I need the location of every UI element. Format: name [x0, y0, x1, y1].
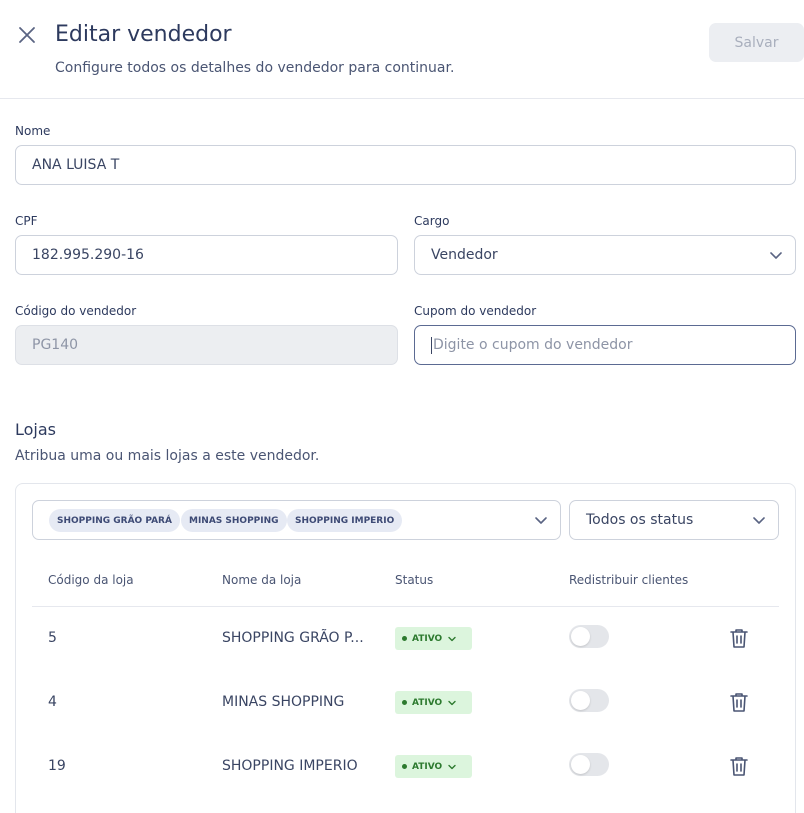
close-icon[interactable] — [16, 24, 38, 46]
cpf-field[interactable]: 182.995.290-16 — [15, 235, 398, 275]
store-name-cell: SHOPPING GRÃO P... — [222, 630, 364, 646]
trash-icon[interactable] — [729, 755, 749, 777]
role-value: Vendedor — [431, 247, 498, 263]
store-code-cell: 19 — [48, 758, 66, 774]
status-badge-label: ATIVO — [412, 697, 443, 708]
chevron-down-icon — [753, 517, 765, 524]
table-header-divider — [32, 606, 779, 607]
trash-icon[interactable] — [729, 627, 749, 649]
status-filter-select[interactable]: Todos os status — [569, 500, 779, 540]
column-header-status: Status — [395, 573, 434, 587]
store-chip[interactable]: SHOPPING IMPERIO — [287, 509, 403, 532]
seller-code-label: Código do vendedor — [15, 304, 137, 318]
toggle-knob — [571, 755, 590, 774]
cpf-label: CPF — [15, 214, 38, 228]
stores-section-title: Lojas — [15, 420, 57, 439]
store-chip[interactable]: MINAS SHOPPING — [181, 509, 287, 532]
seller-code-value: PG140 — [32, 337, 79, 353]
toggle-knob — [571, 627, 590, 646]
column-header-code: Código da loja — [48, 573, 134, 587]
trash-icon[interactable] — [729, 691, 749, 713]
status-dot — [402, 636, 407, 641]
chevron-down-icon — [770, 252, 782, 259]
name-value: ANA LUISA T — [32, 157, 120, 173]
text-cursor — [431, 336, 432, 354]
column-header-name: Nome da loja — [222, 573, 302, 587]
role-label: Cargo — [414, 214, 450, 228]
chevron-down-icon — [448, 636, 456, 641]
chevron-down-icon — [448, 764, 456, 769]
store-name-cell: SHOPPING IMPERIO — [222, 758, 358, 774]
coupon-placeholder: Digite o cupom do vendedor — [433, 337, 633, 353]
status-dot — [402, 700, 407, 705]
status-badge[interactable]: ATIVO — [395, 627, 472, 650]
name-field[interactable]: ANA LUISA T — [15, 145, 796, 185]
store-code-cell: 4 — [48, 694, 57, 710]
toggle-knob — [571, 691, 590, 710]
status-dot — [402, 764, 407, 769]
status-badge[interactable]: ATIVO — [395, 755, 472, 778]
page-subtitle: Configure todos os detalhes do vendedor … — [55, 60, 455, 76]
redistribute-toggle[interactable] — [569, 753, 609, 776]
chevron-down-icon — [448, 700, 456, 705]
store-name-cell: MINAS SHOPPING — [222, 694, 345, 710]
status-badge-label: ATIVO — [412, 761, 443, 772]
modal-header: Editar vendedor Configure todos os detal… — [0, 0, 804, 99]
page-title: Editar vendedor — [55, 22, 232, 47]
cpf-value: 182.995.290-16 — [32, 247, 144, 263]
stores-multiselect[interactable]: SHOPPING GRÃO PARÁ MINAS SHOPPING SHOPPI… — [32, 500, 561, 540]
column-header-redistribute: Redistribuir clientes — [569, 573, 689, 587]
save-button[interactable]: Salvar — [709, 23, 804, 62]
coupon-label: Cupom do vendedor — [414, 304, 537, 318]
role-select[interactable]: Vendedor — [414, 235, 796, 275]
chevron-down-icon — [535, 517, 547, 524]
name-label: Nome — [15, 124, 51, 138]
coupon-field[interactable]: Digite o cupom do vendedor — [414, 325, 796, 365]
store-chip[interactable]: SHOPPING GRÃO PARÁ — [49, 509, 180, 532]
redistribute-toggle[interactable] — [569, 689, 609, 712]
stores-section-subtitle: Atribua uma ou mais lojas a este vendedo… — [15, 448, 320, 464]
store-code-cell: 5 — [48, 630, 57, 646]
status-badge[interactable]: ATIVO — [395, 691, 472, 714]
status-filter-value: Todos os status — [586, 512, 694, 528]
status-badge-label: ATIVO — [412, 633, 443, 644]
seller-code-field: PG140 — [15, 325, 398, 365]
redistribute-toggle[interactable] — [569, 625, 609, 648]
